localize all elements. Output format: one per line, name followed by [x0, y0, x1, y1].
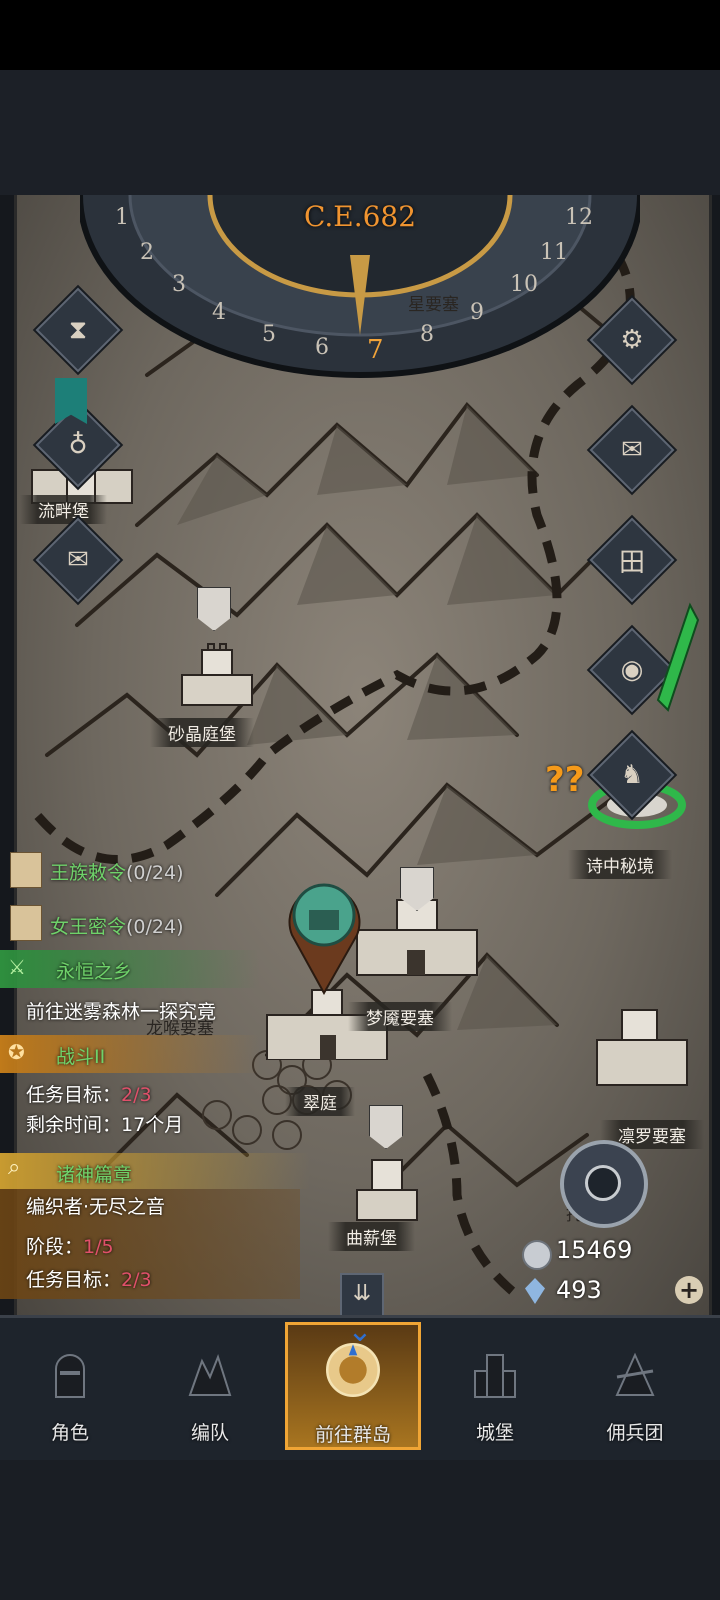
bottom-frame — [0, 1460, 720, 1600]
quest-header-bar — [0, 1035, 260, 1073]
quest-title: 永恒之乡 — [56, 961, 133, 983]
collapse-button[interactable]: ⇊ — [340, 1273, 384, 1317]
time-label: 剩余时间： — [26, 1114, 122, 1136]
scroll-icon: ✉ — [67, 545, 89, 575]
target-label: 任务目标： — [26, 1269, 122, 1291]
quest-gods-title[interactable]: 诸神篇章 — [56, 1160, 132, 1187]
queen-order-icon — [10, 905, 42, 941]
compass-icon — [323, 1340, 383, 1400]
quest-eternal-home-desc: 前往迷雾森林一探究竟 — [26, 1001, 217, 1023]
place-label-cui-ting[interactable]: 翠庭 — [285, 1087, 355, 1116]
knight-icon: ♞ — [620, 760, 644, 790]
dial-number: 4 — [212, 300, 226, 325]
quest-title: 战斗II — [56, 1046, 106, 1068]
place-label-meng-yan-yao-sai[interactable]: 梦魇要塞 — [348, 1002, 452, 1031]
dial-number: 3 — [172, 272, 186, 297]
hourglass-icon: ⧗ — [68, 314, 88, 345]
magnifier-icon: ⌕ — [8, 1155, 21, 1180]
dial-number: 2 — [140, 240, 154, 265]
crystal-amount: 493 — [556, 1276, 602, 1304]
target-label: 任务目标： — [26, 1084, 122, 1106]
mercenary-icon — [605, 1345, 665, 1405]
tab-character[interactable]: 角色 — [5, 1330, 135, 1445]
tab-label: 编队 — [190, 1422, 229, 1444]
place-label-shi-zhong-mi-jing[interactable]: 诗中秘境 — [568, 850, 672, 879]
dial-number: 6 — [315, 335, 329, 360]
grid-icon: 田 — [618, 547, 645, 578]
place-label-sha-jing-ting-bao[interactable]: 砂晶庭堡 — [150, 718, 254, 747]
battle-badge-icon: ✪ — [8, 1040, 25, 1064]
tab-label: 角色 — [50, 1422, 89, 1444]
quest-queen-order[interactable]: 女王密令(0/24) — [50, 912, 184, 939]
tab-formation[interactable]: 编队 — [145, 1330, 275, 1445]
quest-progress: (0/24) — [126, 862, 184, 884]
current-month: 7 — [367, 335, 384, 365]
castle-sha-jing[interactable] — [177, 640, 257, 710]
quest-royal-decree[interactable]: 王族敕令(0/24) — [50, 858, 184, 885]
quest-battle-title[interactable]: 战斗II — [56, 1042, 105, 1069]
quest-title: 女王密令 — [50, 916, 127, 938]
year-label: C.E.682 — [303, 200, 417, 233]
status-bar — [0, 0, 720, 70]
quest-title: 王族敕令 — [50, 862, 127, 884]
royal-decree-icon — [10, 852, 42, 888]
tab-castle[interactable]: 城堡 — [430, 1330, 560, 1445]
green-sword-icon — [656, 602, 700, 712]
dial-number: 10 — [510, 272, 538, 297]
quest-header-bar — [0, 1153, 310, 1189]
quest-gods-subtitle: 编织者·无尽之音 — [26, 1196, 166, 1218]
target-value: 2/3 — [121, 1269, 152, 1291]
silver-amount: 15469 — [556, 1236, 633, 1264]
castle-icon — [465, 1345, 525, 1405]
dial-number: 8 — [420, 322, 434, 347]
dial-number: 1 — [115, 205, 129, 230]
quest-alert-icon: ?? — [545, 760, 585, 800]
dial-number: 11 — [540, 240, 568, 265]
stage-value: 1/5 — [83, 1236, 114, 1258]
tab-label: 城堡 — [475, 1422, 514, 1444]
tab-mercenary[interactable]: 佣兵团 — [570, 1330, 700, 1445]
dial-number: 5 — [262, 322, 276, 347]
compass-center-icon — [585, 1165, 621, 1201]
knight-helmet-icon — [40, 1345, 100, 1405]
swords-icon: ⚔ — [8, 955, 26, 979]
silver-coin-icon — [522, 1240, 552, 1270]
target-value: 2/3 — [121, 1084, 152, 1106]
tab-label: 佣兵团 — [606, 1422, 664, 1444]
mail-icon: ✉ — [621, 435, 643, 465]
top-frame — [0, 70, 720, 195]
place-label-qu-xin-bao[interactable]: 曲薪堡 — [328, 1222, 415, 1251]
time-value: 17个月 — [121, 1114, 184, 1136]
tab-label: 前往群岛 — [314, 1424, 391, 1446]
chevron-down-icon: ⌄ — [347, 1314, 373, 1349]
quest-battle-time: 剩余时间：17个月 — [26, 1110, 183, 1137]
dial-number: 12 — [565, 205, 593, 230]
quest-eternal-home-title[interactable]: 永恒之乡 — [56, 957, 132, 984]
quest-title: 诸神篇章 — [56, 1164, 133, 1186]
castle-qu-xin[interactable] — [352, 1155, 422, 1225]
place-label-xing-yao-sai[interactable]: 星要塞 — [390, 288, 477, 317]
stage-label: 阶段： — [26, 1236, 84, 1258]
hero-location-marker[interactable] — [287, 875, 362, 995]
quest-progress: (0/24) — [126, 916, 184, 938]
quest-gods-stage: 阶段：1/5 — [26, 1232, 114, 1259]
quest-battle-target: 任务目标：2/3 — [26, 1080, 152, 1107]
quest-gods-target: 任务目标：2/3 — [26, 1265, 152, 1292]
place-label-liu-pan-bao[interactable]: 流畔堡 — [20, 495, 107, 524]
formation-icon — [180, 1345, 240, 1405]
castle-lin-hu[interactable] — [592, 1005, 692, 1090]
money-bag-icon: ♁ — [68, 430, 88, 460]
add-resource-button[interactable]: + — [675, 1276, 703, 1304]
gear-icon: ⚙ — [620, 325, 644, 355]
